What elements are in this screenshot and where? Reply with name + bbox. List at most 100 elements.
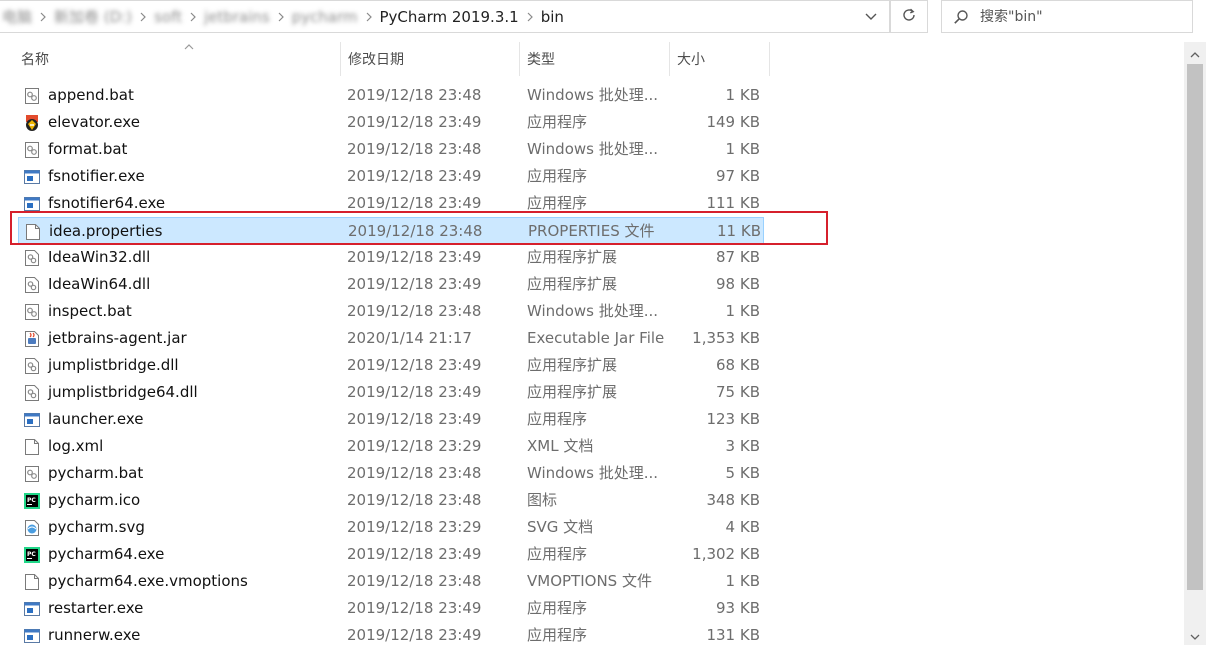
vertical-scrollbar[interactable]: [1184, 42, 1206, 645]
jar-icon: [22, 325, 42, 352]
file-type: 应用程序: [527, 545, 588, 563]
column-header-date-label: 修改日期: [348, 52, 404, 68]
chevron-right-icon[interactable]: [358, 12, 380, 22]
file-name: inspect.bat: [48, 302, 132, 320]
file-date: 2019/12/18 23:49: [347, 626, 482, 644]
column-header-name-label: 名称: [21, 52, 49, 68]
file-row[interactable]: IdeaWin64.dll 2019/12/18 23:49 应用程序扩展 98 KB: [18, 271, 764, 298]
file-name: jumplistbridge64.dll: [48, 383, 198, 401]
file-date: 2020/1/14 21:17: [347, 329, 472, 347]
file-size: 1,302 KB: [692, 545, 760, 563]
refresh-icon: [901, 7, 917, 27]
breadcrumb-item[interactable]: 电脑: [2, 6, 32, 27]
breadcrumb-item[interactable]: 新加卷 (D:): [54, 6, 132, 27]
file-type: Windows 批处理...: [527, 464, 659, 482]
column-header-size[interactable]: 大小: [670, 42, 770, 76]
file-row[interactable]: format.bat 2019/12/18 23:48 Windows 批处理...…: [18, 136, 764, 163]
file-row[interactable]: PC pycharm.ico 2019/12/18 23:48 图标 348 KB: [18, 487, 764, 514]
file-name: format.bat: [48, 140, 128, 158]
column-header-type[interactable]: 类型: [520, 42, 670, 76]
file-type: 应用程序: [527, 626, 588, 644]
chevron-right-icon[interactable]: [270, 12, 292, 22]
refresh-button[interactable]: [890, 0, 928, 33]
file-type: XML 文档: [527, 437, 594, 455]
file-type: Windows 批处理...: [527, 140, 659, 158]
chevron-right-icon[interactable]: [519, 12, 541, 22]
file-name: pycharm.bat: [48, 464, 144, 482]
file-name: pycharm64.exe: [48, 545, 165, 563]
file-type: Executable Jar File: [527, 329, 665, 347]
file-name: pycharm.ico: [48, 491, 141, 509]
file-row[interactable]: PC pycharm64.exe 2019/12/18 23:49 应用程序 1,302…: [18, 541, 764, 568]
file-date: 2019/12/18 23:49: [347, 356, 482, 374]
dll-icon: [22, 271, 42, 298]
file-row[interactable]: elevator.exe 2019/12/18 23:49 应用程序 149 KB: [18, 109, 764, 136]
column-header-date[interactable]: 修改日期: [341, 42, 520, 76]
file-size: 75 KB: [716, 383, 760, 401]
file-row[interactable]: inspect.bat 2019/12/18 23:48 Windows 批处理..…: [18, 298, 764, 325]
column-header-name[interactable]: 名称: [14, 42, 341, 76]
address-bar[interactable]: 电脑 新加卷 (D:) soft jetbrains pycharm PyCharm 20…: [0, 0, 890, 33]
bat-icon: [22, 136, 42, 163]
annotation-highlight-box: [10, 211, 828, 245]
column-headers: 名称 修改日期 类型 大小: [0, 42, 1184, 76]
file-row[interactable]: log.xml 2019/12/18 23:29 XML 文档 3 KB: [18, 433, 764, 460]
address-dropdown-button[interactable]: [853, 1, 889, 32]
file-size: 87 KB: [716, 248, 760, 266]
file-row[interactable]: pycharm64.exe.vmoptions 2019/12/18 23:48 V…: [18, 568, 764, 595]
pycharm-icon: PC: [22, 487, 42, 514]
file-row[interactable]: pycharm.bat 2019/12/18 23:48 Windows 批处理..…: [18, 460, 764, 487]
scrollbar-thumb[interactable]: [1187, 64, 1203, 590]
file-date: 2019/12/18 23:48: [347, 491, 482, 509]
file-size: 68 KB: [716, 356, 760, 374]
svg-icon: [22, 514, 42, 541]
file-name: elevator.exe: [48, 113, 140, 131]
file-date: 2019/12/18 23:49: [347, 113, 482, 131]
file-name: IdeaWin64.dll: [48, 275, 151, 293]
chevron-right-icon[interactable]: [32, 12, 54, 22]
file-type: 应用程序扩展: [527, 275, 618, 293]
scroll-down-button[interactable]: [1184, 625, 1206, 645]
file-name: fsnotifier.exe: [48, 167, 145, 185]
file-row[interactable]: pycharm.svg 2019/12/18 23:29 SVG 文档 4 KB: [18, 514, 764, 541]
file-type: 应用程序: [527, 599, 588, 617]
scroll-up-button[interactable]: [1184, 42, 1206, 62]
file-date: 2019/12/18 23:29: [347, 518, 482, 536]
chevron-right-icon[interactable]: [132, 12, 154, 22]
breadcrumb-item[interactable]: pycharm: [292, 8, 358, 26]
file-row[interactable]: launcher.exe 2019/12/18 23:49 应用程序 123 KB: [18, 406, 764, 433]
breadcrumb-item[interactable]: jetbrains: [204, 8, 270, 26]
file-date: 2019/12/18 23:49: [347, 248, 482, 266]
file-row[interactable]: IdeaWin32.dll 2019/12/18 23:49 应用程序扩展 87 KB: [18, 244, 764, 271]
column-header-type-label: 类型: [527, 52, 555, 68]
file-type: 应用程序: [527, 113, 588, 131]
search-input[interactable]: [980, 8, 1180, 25]
file-date: 2019/12/18 23:49: [347, 275, 482, 293]
file-name: runnerw.exe: [48, 626, 141, 644]
search-icon: [942, 9, 980, 25]
chevron-down-icon: [1190, 626, 1200, 645]
file-date: 2019/12/18 23:48: [347, 140, 482, 158]
exe-icon: [22, 595, 42, 622]
file-type: Windows 批处理...: [527, 86, 659, 104]
file-name: jetbrains-agent.jar: [48, 329, 187, 347]
breadcrumb-item[interactable]: bin: [541, 8, 564, 26]
file-name: launcher.exe: [48, 410, 144, 428]
file-row[interactable]: jetbrains-agent.jar 2020/1/14 21:17 Execut…: [18, 325, 764, 352]
bat-icon: [22, 460, 42, 487]
chevron-up-icon: [1190, 43, 1200, 62]
exe-icon: [22, 406, 42, 433]
file-row[interactable]: jumplistbridge.dll 2019/12/18 23:49 应用程序扩展…: [18, 352, 764, 379]
file-row[interactable]: append.bat 2019/12/18 23:48 Windows 批处理...…: [18, 82, 764, 109]
file-row[interactable]: fsnotifier.exe 2019/12/18 23:49 应用程序 97 KB: [18, 163, 764, 190]
file-row[interactable]: jumplistbridge64.dll 2019/12/18 23:49 应用程序…: [18, 379, 764, 406]
breadcrumb-item[interactable]: PyCharm 2019.3.1: [380, 8, 519, 26]
file-row[interactable]: restarter.exe 2019/12/18 23:49 应用程序 93 KB: [18, 595, 764, 622]
file-row[interactable]: runnerw.exe 2019/12/18 23:49 应用程序 131 KB: [18, 622, 764, 645]
file-date: 2019/12/18 23:49: [347, 383, 482, 401]
file-size: 1 KB: [725, 86, 760, 104]
file-type: 应用程序扩展: [527, 383, 618, 401]
breadcrumb-item[interactable]: soft: [154, 8, 182, 26]
search-box[interactable]: [941, 0, 1193, 33]
chevron-right-icon[interactable]: [182, 12, 204, 22]
